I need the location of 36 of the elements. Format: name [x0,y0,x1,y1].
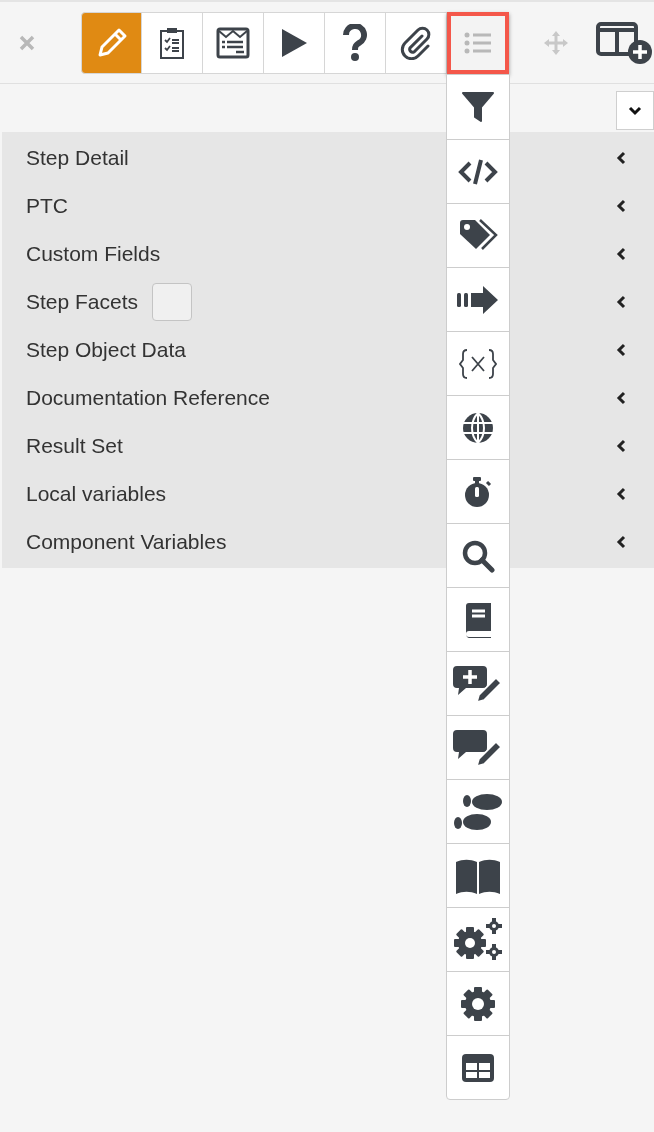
chevron-left-icon[interactable] [616,295,626,309]
help-icon [342,23,369,62]
list-icon [463,30,494,55]
gears-icon [452,916,504,963]
globe-icon [461,410,495,445]
section-title[interactable]: Step Object Data [26,334,186,366]
stopwatch-icon [463,474,493,509]
chevron-left-icon[interactable] [616,199,626,213]
section-title[interactable]: Result Set [26,430,123,462]
chevron-left-icon[interactable] [616,439,626,453]
variable-icon [459,347,497,380]
clipboard-icon [158,25,187,60]
section-title[interactable]: Custom Fields [26,238,161,270]
close-icon [17,33,36,52]
section-title[interactable]: Component Variables [26,526,227,558]
collapse-toggle[interactable] [616,91,654,130]
section-title[interactable]: Step Detail [26,142,129,174]
section-title[interactable]: Documentation Reference [26,382,270,414]
section-title[interactable]: PTC [26,190,68,222]
form-icon [216,26,251,59]
checkbox[interactable] [152,283,193,321]
chevron-left-icon[interactable] [616,151,626,165]
chevron-down-icon [628,105,642,116]
settings-icon [459,984,497,1023]
search-icon [461,538,495,573]
section-title[interactable]: Local variables [26,478,167,510]
filter-icon [461,90,495,124]
chevron-left-icon[interactable] [616,487,626,501]
chevron-left-icon[interactable] [616,535,626,549]
chevron-left-icon[interactable] [616,343,626,357]
chevron-left-icon[interactable] [616,391,626,405]
section-title[interactable]: Step Facets [26,286,139,318]
arrow-right-icon [456,283,500,316]
table-icon [461,1052,495,1083]
chevron-left-icon[interactable] [616,247,626,261]
paperclip-icon [400,25,433,60]
